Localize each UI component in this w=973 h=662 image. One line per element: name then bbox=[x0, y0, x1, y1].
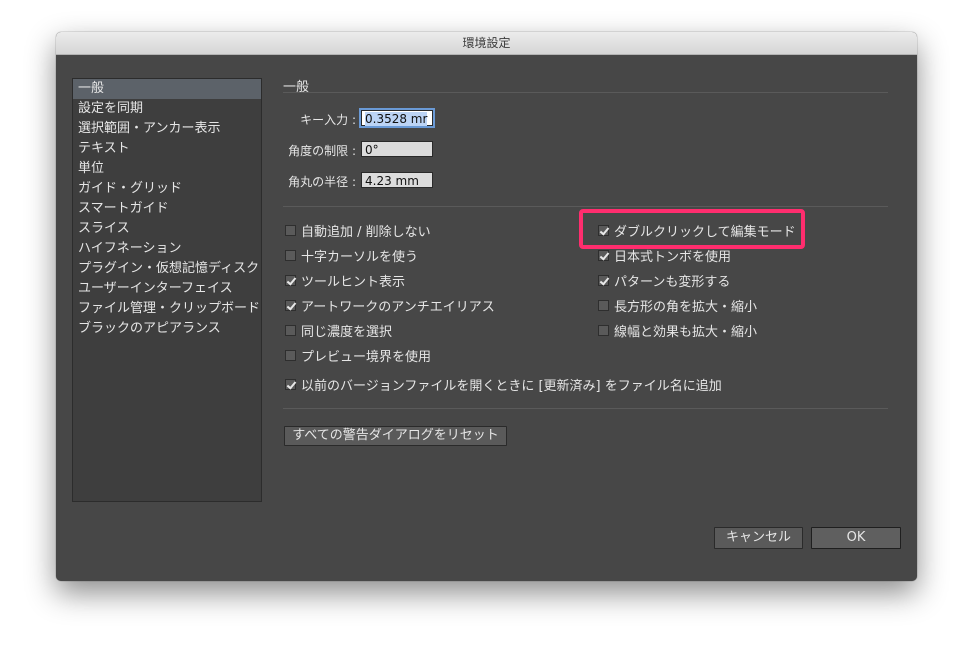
checkbox[interactable] bbox=[285, 378, 296, 390]
option-select-same-tint[interactable]: 同じ濃度を選択 bbox=[285, 322, 393, 340]
checkbox[interactable] bbox=[285, 299, 296, 311]
option-scale-rectangle-corners[interactable]: 長方形の角を拡大・縮小 bbox=[598, 297, 758, 315]
reset-warnings-button[interactable]: すべての警告ダイアログをリセット bbox=[284, 426, 507, 446]
window-title: 環境設定 bbox=[56, 32, 917, 55]
option-japanese-crop-marks[interactable]: 日本式トンボを使用 bbox=[598, 247, 731, 265]
sidebar-item-units[interactable]: 単位 bbox=[73, 159, 261, 179]
sidebar-item-plugins-scratch-disks[interactable]: プラグイン・仮想記憶ディスク bbox=[73, 259, 261, 279]
sidebar-item-selection-anchor[interactable]: 選択範囲・アンカー表示 bbox=[73, 119, 261, 139]
sidebar-item-sync-settings[interactable]: 設定を同期 bbox=[73, 99, 261, 119]
checkbox[interactable] bbox=[598, 274, 609, 286]
angle-limit-label: 角度の制限 : bbox=[288, 144, 356, 158]
option-scale-strokes-effects[interactable]: 線幅と効果も拡大・縮小 bbox=[598, 322, 758, 340]
divider bbox=[283, 92, 888, 93]
option-label: 同じ濃度を選択 bbox=[301, 324, 393, 340]
divider bbox=[283, 206, 888, 207]
option-label: プレビュー境界を使用 bbox=[301, 349, 432, 365]
option-label: アートワークのアンチエイリアス bbox=[301, 299, 495, 315]
corner-radius-label: 角丸の半径 : bbox=[288, 175, 356, 189]
angle-limit-field[interactable]: 0° bbox=[361, 141, 433, 157]
option-label: 長方形の角を拡大・縮小 bbox=[614, 299, 758, 315]
option-label: 十字カーソルを使う bbox=[301, 249, 419, 265]
sidebar-item-file-handling[interactable]: ファイル管理・クリップボード bbox=[73, 299, 261, 319]
preferences-window: 環境設定 一般 設定を同期 選択範囲・アンカー表示 テキスト 単位 ガイド・グリ… bbox=[56, 32, 917, 581]
option-label: ダブルクリックして編集モード bbox=[614, 224, 796, 240]
checkbox[interactable] bbox=[598, 324, 609, 336]
corner-radius-field[interactable]: 4.23 mm bbox=[361, 172, 433, 188]
option-append-updated[interactable]: 以前のバージョンファイルを開くときに [更新済み] をファイル名に追加 bbox=[285, 376, 722, 394]
checkbox[interactable] bbox=[598, 224, 609, 236]
sidebar-item-hyphenation[interactable]: ハイフネーション bbox=[73, 239, 261, 259]
option-label: 自動追加 / 削除しない bbox=[301, 224, 431, 240]
category-list[interactable]: 一般 設定を同期 選択範囲・アンカー表示 テキスト 単位 ガイド・グリッド スマ… bbox=[72, 78, 262, 502]
option-double-click-isolate[interactable]: ダブルクリックして編集モード bbox=[598, 222, 796, 240]
checkbox[interactable] bbox=[285, 349, 296, 361]
option-label: ツールヒント表示 bbox=[301, 274, 406, 290]
key-input-field[interactable]: 0.3528 mr bbox=[361, 110, 433, 126]
checkbox[interactable] bbox=[285, 324, 296, 336]
option-label: 線幅と効果も拡大・縮小 bbox=[614, 324, 758, 340]
option-auto-add-delete[interactable]: 自動追加 / 削除しない bbox=[285, 222, 431, 240]
option-label: 以前のバージョンファイルを開くときに [更新済み] をファイル名に追加 bbox=[301, 378, 722, 394]
option-use-preview-bounds[interactable]: プレビュー境界を使用 bbox=[285, 347, 432, 365]
ok-button[interactable]: OK bbox=[811, 527, 901, 549]
sidebar-item-user-interface[interactable]: ユーザーインターフェイス bbox=[73, 279, 261, 299]
checkbox[interactable] bbox=[285, 249, 296, 261]
key-input-value: 0.3528 mr bbox=[365, 112, 428, 126]
checkbox[interactable] bbox=[285, 274, 296, 286]
checkbox[interactable] bbox=[598, 299, 609, 311]
key-input-label: キー入力 : bbox=[300, 113, 356, 127]
sidebar-item-text[interactable]: テキスト bbox=[73, 139, 261, 159]
option-precise-cursors[interactable]: 十字カーソルを使う bbox=[285, 247, 419, 265]
option-anti-aliased-artwork[interactable]: アートワークのアンチエイリアス bbox=[285, 297, 495, 315]
divider bbox=[283, 408, 888, 409]
sidebar-item-smart-guides[interactable]: スマートガイド bbox=[73, 199, 261, 219]
option-label: パターンも変形する bbox=[614, 274, 731, 290]
sidebar-item-guides-grid[interactable]: ガイド・グリッド bbox=[73, 179, 261, 199]
option-transform-patterns[interactable]: パターンも変形する bbox=[598, 272, 731, 290]
option-show-tool-tips[interactable]: ツールヒント表示 bbox=[285, 272, 406, 290]
checkbox[interactable] bbox=[285, 224, 296, 236]
sidebar-item-slices[interactable]: スライス bbox=[73, 219, 261, 239]
sidebar-item-black-appearance[interactable]: ブラックのアピアランス bbox=[73, 319, 261, 339]
checkbox[interactable] bbox=[598, 249, 609, 261]
cancel-button[interactable]: キャンセル bbox=[714, 527, 803, 549]
sidebar-item-general[interactable]: 一般 bbox=[73, 79, 261, 99]
